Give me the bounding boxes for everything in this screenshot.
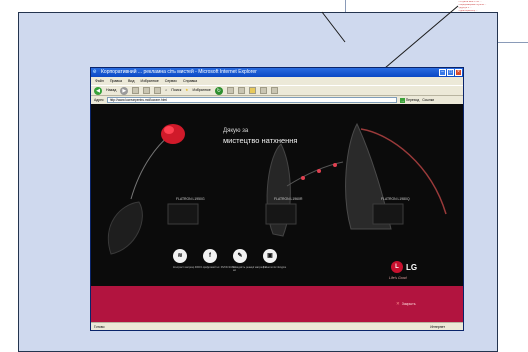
monitor-label: FLATRON L1960R	[274, 197, 303, 201]
icon-label: Технологія f-Engine	[263, 266, 287, 269]
berry	[333, 163, 337, 167]
monitor-label: FLATRON L1950G	[176, 197, 205, 201]
title-bar: e Корпоративний ... рекламна сіть мистей…	[91, 68, 463, 77]
status-text: Готово	[94, 325, 105, 329]
monitor-2	[265, 203, 297, 225]
ie-logo-icon: e	[93, 69, 97, 75]
engine-icon[interactable]: ▣	[263, 249, 277, 263]
minimize-button[interactable]: –	[439, 69, 446, 76]
digital-icon[interactable]: f	[203, 249, 217, 263]
home-icon[interactable]	[154, 87, 162, 94]
forward-arrow-icon[interactable]: ▶	[120, 86, 129, 95]
search-icon[interactable]: ⌕	[165, 85, 167, 96]
poppy-highlight	[164, 126, 174, 134]
go-arrow-icon: →	[399, 97, 405, 103]
close-x-icon: ✕	[396, 301, 400, 306]
stop-icon[interactable]	[132, 87, 140, 94]
folder-icon[interactable]	[248, 87, 256, 94]
favorites-star-icon[interactable]: ★	[185, 85, 188, 96]
vase-left	[107, 201, 143, 255]
edit-icon[interactable]	[259, 87, 267, 94]
menu-favorites[interactable]: Избранное	[141, 77, 159, 85]
status-zone: Интернет	[430, 325, 445, 329]
icon-label: Швидкість реакції матриці 2 мс	[233, 266, 267, 273]
window-controls: – □ ×	[439, 69, 462, 76]
lg-logo-icon: L	[391, 261, 403, 273]
toolbar: ◀ Назад ▶ ⌕ Поиск ★ Избранное ↻	[91, 85, 463, 96]
menu-file[interactable]: Файл	[95, 77, 104, 85]
menu-view[interactable]: Вид	[128, 77, 135, 85]
status-bar: Готово Интернет	[91, 322, 463, 330]
address-bar: Адрес http://www.lucrearpentru.md/lucrar…	[91, 96, 463, 104]
browser-window: e Корпоративний ... рекламна сіть мистей…	[90, 67, 464, 331]
menu-edit[interactable]: Правка	[110, 77, 122, 85]
close-button[interactable]: ×	[455, 69, 462, 76]
go-label: Переход	[405, 98, 420, 102]
poppy-flower	[161, 124, 185, 144]
menu-tools[interactable]: Сервис	[165, 77, 177, 85]
lg-slogan: Life's Good	[389, 276, 407, 280]
search-label[interactable]: Поиск	[171, 85, 181, 96]
berry	[317, 169, 321, 173]
menu-help[interactable]: Справка	[183, 77, 197, 85]
back-label[interactable]: Назад	[106, 85, 116, 96]
monitor-3	[372, 203, 404, 225]
go-button[interactable]: → Переход	[399, 96, 420, 104]
berry	[301, 176, 305, 180]
callout-line-left	[321, 11, 346, 43]
favorites-label[interactable]: Избранное	[193, 85, 211, 96]
messenger-icon[interactable]	[270, 87, 278, 94]
window-title: Корпоративний ... рекламна сіть мистей -…	[101, 69, 257, 75]
address-label: Адрес	[94, 98, 104, 102]
headline-line1: Дякую за	[223, 128, 249, 134]
address-input[interactable]: http://www.lucrearpentru.md/lucrare.html	[106, 97, 397, 103]
monitor-label: FLATRON L1980Q	[381, 197, 410, 201]
speed-icon[interactable]: ✎	[233, 249, 247, 263]
history-icon[interactable]: ↻	[214, 86, 223, 95]
headline-line2: мистецтво натхнення	[223, 136, 298, 145]
icon-label: Контраст матриці 4000:1	[173, 266, 203, 269]
close-link-label: Закрыть	[401, 302, 416, 306]
lg-logo[interactable]: L LG	[391, 261, 417, 273]
monitor-1	[167, 203, 199, 225]
mail-icon[interactable]	[226, 87, 234, 94]
web-page: Дякую за мистецтво натхнення FLATRON L19…	[91, 104, 463, 324]
poppy-stem	[130, 135, 170, 200]
back-arrow-icon[interactable]: ◀	[94, 86, 102, 95]
icon-label: Цифровий інт. DVI/D-SUB	[203, 266, 234, 269]
close-link[interactable]: ✕ Закрыть	[396, 301, 416, 307]
lg-brand: LG	[406, 262, 418, 272]
refresh-icon[interactable]	[143, 87, 151, 94]
links-label[interactable]: Ссылки	[422, 96, 434, 104]
menu-bar: Файл Правка Вид Избранное Сервис Справка	[91, 77, 463, 85]
callout-line-right	[384, 5, 459, 69]
print-icon[interactable]	[237, 87, 245, 94]
contrast-icon[interactable]: ≋	[173, 249, 187, 263]
maximize-button[interactable]: □	[447, 69, 454, 76]
